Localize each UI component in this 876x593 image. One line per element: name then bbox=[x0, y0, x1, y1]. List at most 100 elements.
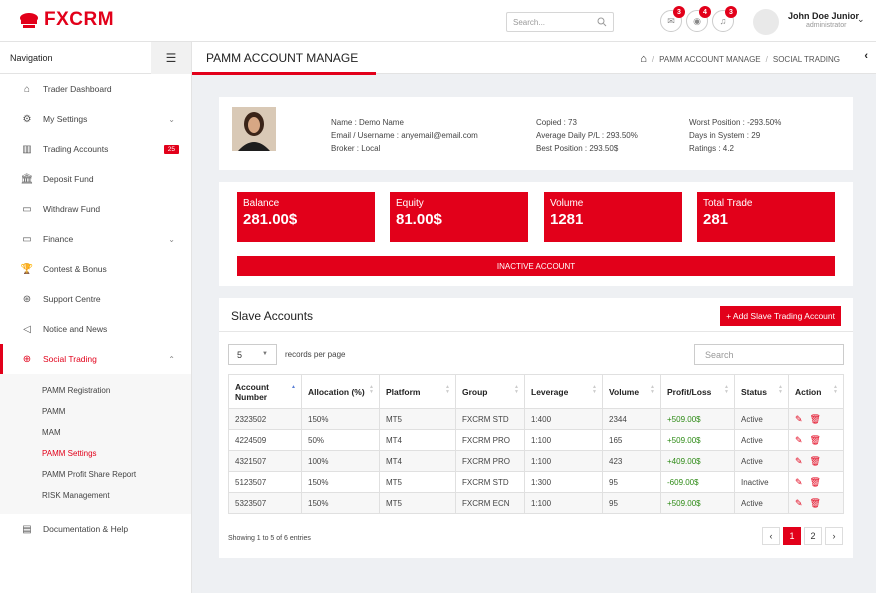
submenu-item-pamm[interactable]: PAMM bbox=[0, 401, 191, 422]
column-header-allocation[interactable]: Allocation (%) ▲ ▼ bbox=[301, 374, 380, 409]
submenu-item-pamm-profit-share-report[interactable]: PAMM Profit Share Report bbox=[0, 464, 191, 485]
cell-account-number: 4321507 bbox=[228, 450, 302, 472]
breadcrumb-item[interactable]: PAMM ACCOUNT MANAGE bbox=[659, 55, 761, 64]
home-icon[interactable]: ⌂ bbox=[640, 53, 647, 65]
submenu-item-pamm-registration[interactable]: PAMM Registration bbox=[0, 380, 191, 401]
breadcrumb-item[interactable]: SOCIAL TRADING bbox=[773, 55, 840, 64]
cell-profit-loss: -609.00$ bbox=[660, 471, 735, 493]
pagination-next-icon[interactable]: › bbox=[825, 527, 843, 545]
sidebar-item-trader-dashboard[interactable]: ⌂ Trader Dashboard bbox=[0, 74, 191, 104]
bell-count-badge: 3 bbox=[725, 6, 737, 18]
column-label: Account Number bbox=[235, 381, 269, 402]
cell-volume: 95 bbox=[602, 471, 661, 493]
folder-icon: ▭ bbox=[22, 203, 32, 215]
bell-button[interactable]: ♫ 3 bbox=[712, 6, 737, 32]
stat-label: Balance bbox=[243, 198, 280, 209]
cell-profit-loss: +409.00$ bbox=[660, 450, 735, 472]
column-header-profit-loss[interactable]: Profit/Loss ▲ ▼ bbox=[660, 374, 735, 409]
edit-icon[interactable]: ✎ bbox=[795, 498, 803, 508]
sidebar-item-withdraw-fund[interactable]: ▭ Withdraw Fund bbox=[0, 194, 191, 224]
column-header-platform[interactable]: Platform ▲ ▼ bbox=[379, 374, 456, 409]
sidebar-item-deposit-fund[interactable]: 🏛 Deposit Fund bbox=[0, 164, 191, 194]
sidebar-item-social-trading[interactable]: ⊕ Social Trading ⌃ bbox=[0, 344, 191, 374]
edit-icon[interactable]: ✎ bbox=[795, 456, 803, 466]
global-search-input[interactable]: Search... bbox=[506, 12, 614, 32]
pagination-prev-icon[interactable]: ‹ bbox=[762, 527, 780, 545]
user-name[interactable]: John Doe Junior bbox=[788, 11, 859, 21]
sidebar-item-label: Withdraw Fund bbox=[43, 204, 101, 214]
sidebar-item-contest-bonus[interactable]: 🏆 Contest & Bonus bbox=[0, 254, 191, 284]
trash-icon[interactable]: 🗑 bbox=[810, 498, 821, 508]
sidebar-item-my-settings[interactable]: ⚙ My Settings ⌄ bbox=[0, 104, 191, 134]
trash-icon[interactable]: 🗑 bbox=[810, 456, 821, 466]
cell-platform: MT5 bbox=[379, 408, 456, 430]
profile-avg-pl: Average Daily P/L : 293.50% bbox=[536, 131, 638, 140]
records-per-page-value: 5 bbox=[237, 349, 243, 360]
column-header-group[interactable]: Group ▲ ▼ bbox=[455, 374, 525, 409]
search-icon bbox=[597, 17, 607, 27]
column-header-volume[interactable]: Volume ▲ ▼ bbox=[602, 374, 661, 409]
cell-status: Active bbox=[734, 408, 789, 430]
pagination: ‹ 1 2 › bbox=[762, 527, 843, 545]
profile-col-stats: Worst Position : -293.50% Days in System… bbox=[689, 116, 781, 155]
cell-action: ✎ 🗑 bbox=[788, 429, 844, 451]
sidebar-item-trading-accounts[interactable]: ▥ Trading Accounts 25 bbox=[0, 134, 191, 164]
table-controls: 5 ▼ records per page Search bbox=[228, 344, 844, 366]
bell-icon: ♫ bbox=[719, 16, 727, 26]
cell-volume: 95 bbox=[602, 492, 661, 514]
trash-icon[interactable]: 🗑 bbox=[810, 477, 821, 487]
chat-button[interactable]: ✉ 3 bbox=[660, 6, 685, 32]
stats-card: Balance 281.00$ Equity 81.00$ Volume 128… bbox=[219, 182, 853, 286]
records-per-page-select[interactable]: 5 ▼ bbox=[228, 344, 277, 365]
sort-icon: ▲ ▼ bbox=[592, 384, 597, 395]
profile-ratings: Ratings : 4.2 bbox=[689, 144, 734, 153]
column-label: Platform bbox=[386, 386, 421, 397]
column-label: Allocation (%) bbox=[308, 386, 365, 397]
cell-status: Active bbox=[734, 429, 789, 451]
top-bar: FXCRM Search... ✉ 3 ◉ 4 ♫ 3 John Doe Jun… bbox=[0, 0, 876, 42]
submenu-item-pamm-settings[interactable]: PAMM Settings bbox=[0, 443, 191, 464]
chevron-left-icon[interactable]: ‹ bbox=[864, 50, 868, 62]
add-slave-account-button[interactable]: + Add Slave Trading Account bbox=[720, 306, 841, 326]
column-label: Volume bbox=[609, 386, 640, 397]
pagination-page[interactable]: 2 bbox=[804, 527, 822, 545]
user-role: administrator bbox=[806, 22, 847, 29]
page-header: PAMM ACCOUNT MANAGE ⌂ / PAMM ACCOUNT MAN… bbox=[192, 42, 876, 75]
bank-icon: 🏛 bbox=[20, 173, 34, 185]
stat-label: Total Trade bbox=[703, 198, 753, 209]
column-header-account-number[interactable]: Account Number ▲ bbox=[228, 374, 302, 409]
sidebar-item-label: Trading Accounts bbox=[43, 144, 109, 154]
trash-icon[interactable]: 🗑 bbox=[810, 435, 821, 445]
caret-down-icon: ▼ bbox=[262, 351, 268, 357]
edit-icon[interactable]: ✎ bbox=[795, 435, 803, 445]
edit-icon[interactable]: ✎ bbox=[795, 414, 803, 424]
edit-icon[interactable]: ✎ bbox=[795, 477, 803, 487]
column-header-leverage[interactable]: Leverage ▲ ▼ bbox=[524, 374, 603, 409]
sidebar-item-finance[interactable]: ▭ Finance ⌄ bbox=[0, 224, 191, 254]
submenu-item-risk-management[interactable]: RISK Management bbox=[0, 485, 191, 506]
chevron-down-icon[interactable]: ⌄ bbox=[857, 14, 865, 25]
sidebar-item-support-centre[interactable]: ⊛ Support Centre bbox=[0, 284, 191, 314]
stat-balance: Balance 281.00$ bbox=[237, 192, 375, 242]
cell-leverage: 1:100 bbox=[524, 450, 603, 472]
trash-icon[interactable]: 🗑 bbox=[810, 414, 821, 424]
column-header-action[interactable]: Action ▲ ▼ bbox=[788, 374, 844, 409]
table-row: 4224509 50% MT4 FXCRM PRO 1:100 165 +509… bbox=[228, 429, 844, 451]
column-header-status[interactable]: Status ▲ ▼ bbox=[734, 374, 789, 409]
submenu-item-mam[interactable]: MAM bbox=[0, 422, 191, 443]
breadcrumb: ⌂ / PAMM ACCOUNT MANAGE / SOCIAL TRADING bbox=[640, 53, 840, 65]
sidebar-item-documentation-help[interactable]: ▤ Documentation & Help bbox=[0, 514, 191, 544]
pagination-page[interactable]: 1 bbox=[783, 527, 801, 545]
stat-equity: Equity 81.00$ bbox=[390, 192, 528, 242]
menu-toggle-icon[interactable]: ☰ bbox=[151, 41, 191, 74]
views-button[interactable]: ◉ 4 bbox=[686, 6, 711, 32]
person-portrait-icon bbox=[232, 107, 276, 151]
sort-icon: ▲ ▼ bbox=[833, 384, 838, 395]
logo[interactable]: FXCRM bbox=[18, 9, 114, 31]
table-search-input[interactable]: Search bbox=[694, 344, 844, 365]
cell-allocation: 50% bbox=[301, 429, 380, 451]
avatar[interactable] bbox=[753, 9, 779, 35]
notification-icons: ✉ 3 ◉ 4 ♫ 3 bbox=[660, 6, 737, 32]
sidebar-item-label: Support Centre bbox=[43, 294, 101, 304]
sidebar-item-notice-news[interactable]: ◁ Notice and News bbox=[0, 314, 191, 344]
